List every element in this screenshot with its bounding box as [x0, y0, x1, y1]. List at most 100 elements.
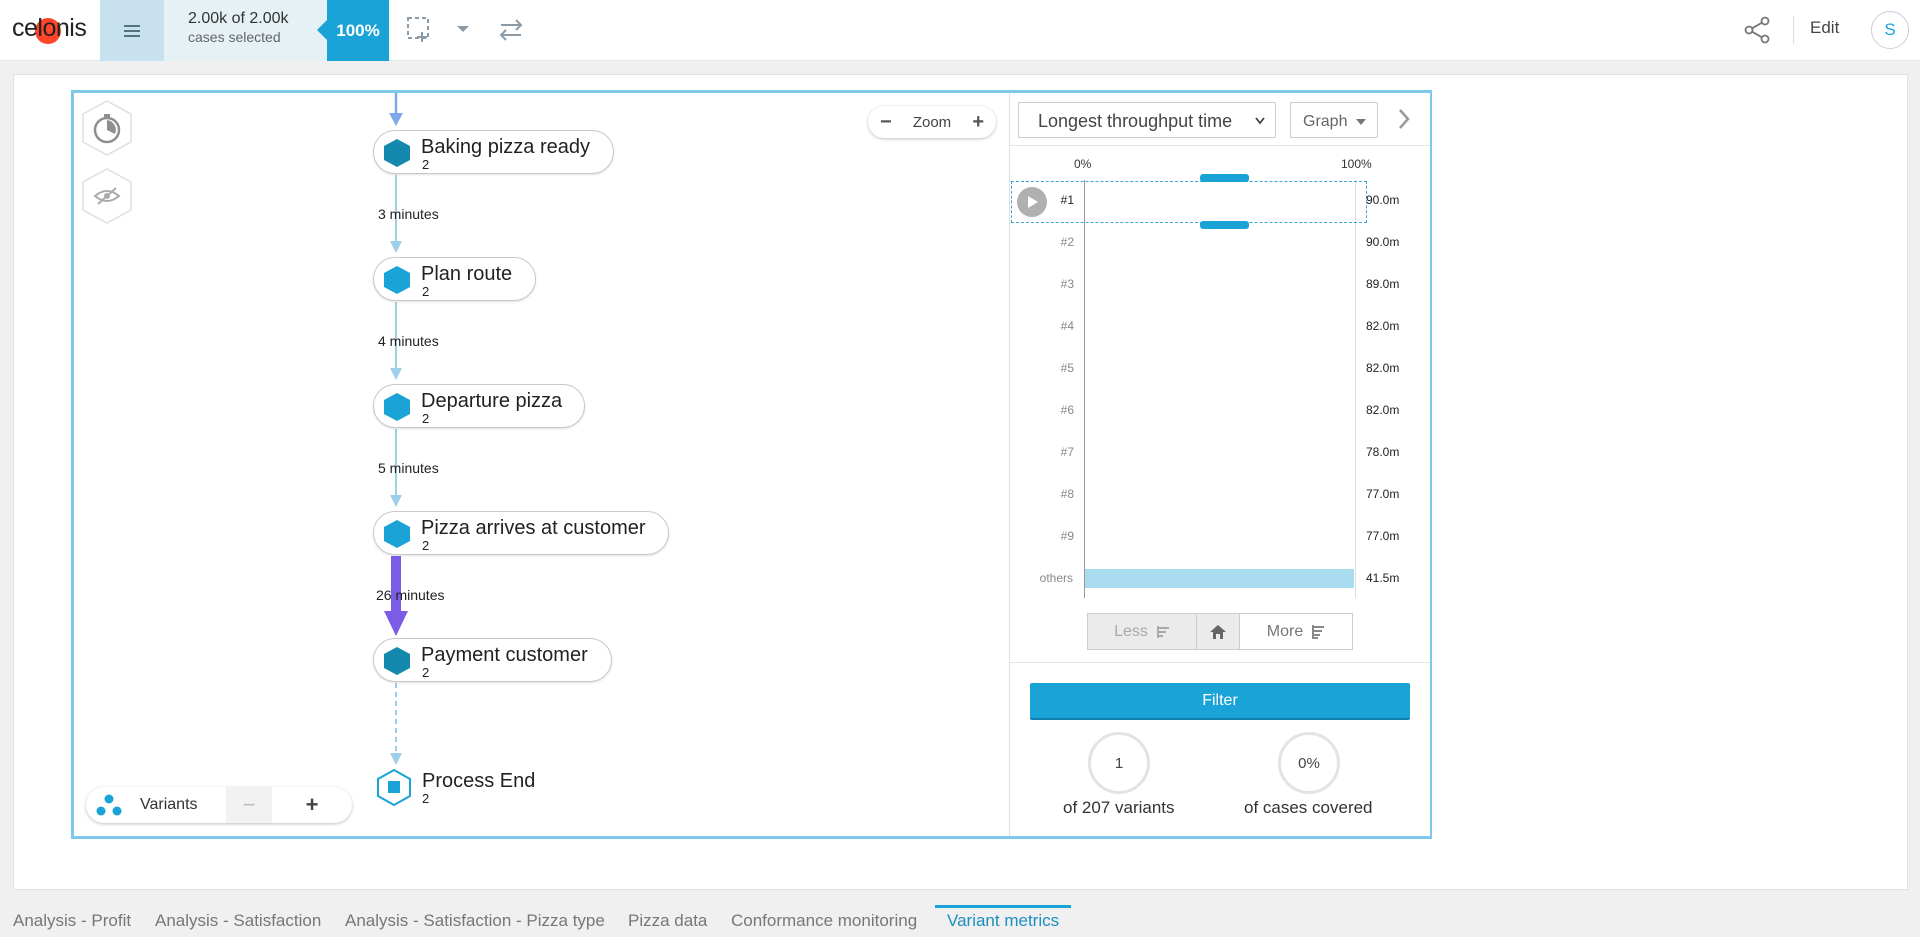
variants-label: Variants — [140, 796, 198, 813]
zoom-in-button[interactable]: + — [972, 111, 984, 134]
sheet-tab[interactable]: Analysis - Satisfaction — [155, 905, 321, 937]
caret-down-icon — [1355, 119, 1366, 125]
activity-hexagon-icon — [384, 647, 410, 675]
variants-control: Variants − + — [86, 787, 352, 823]
celonis-logo[interactable]: celonis — [12, 14, 87, 44]
variants-caption: of 207 variants — [1063, 798, 1175, 817]
zoom-label: Zoom — [912, 113, 952, 131]
activity-count: 2 — [422, 411, 430, 426]
sheet-tab[interactable]: Analysis - Profit — [13, 905, 131, 937]
activity-node-pizza-arrives-at-customer[interactable]: Pizza arrives at customer 2 — [373, 511, 669, 555]
axis-min-label: 0% — [1074, 157, 1092, 171]
more-variants-button[interactable]: + — [294, 789, 330, 821]
variant-rank-label: #9 — [1060, 529, 1074, 543]
swap-arrows-icon[interactable] — [498, 18, 524, 42]
variant-throughput-value: 77.0m — [1366, 529, 1400, 543]
variant-rank-label: #7 — [1060, 445, 1074, 459]
variant-throughput-value: 89.0m — [1366, 277, 1400, 291]
activity-hexagon-icon — [384, 139, 410, 167]
chart-axis-line-right — [1355, 180, 1356, 598]
user-avatar[interactable]: S — [1871, 11, 1909, 49]
variant-throughput-value: 41.5m — [1366, 571, 1400, 585]
sort-dropdown[interactable]: Longest throughput time — [1018, 102, 1276, 138]
variant-rank-label: #5 — [1060, 361, 1074, 375]
process-end-icon — [377, 768, 411, 806]
cases-covered-percentage: 0% — [1278, 732, 1340, 794]
throughput-time-toggle[interactable] — [80, 98, 134, 158]
edge-payment-to-end — [390, 683, 402, 765]
activity-hexagon-icon — [384, 266, 410, 294]
view-mode-dropdown[interactable]: Graph — [1290, 102, 1378, 138]
variant-rank-label: #8 — [1060, 487, 1074, 501]
panel-divider — [1010, 145, 1430, 146]
activity-node-departure-pizza[interactable]: Departure pizza 2 — [373, 384, 585, 428]
activity-label: Departure pizza — [421, 390, 563, 412]
edge-duration-label: 26 minutes — [376, 587, 445, 603]
selection-handle-top[interactable] — [1200, 174, 1249, 182]
panel-divider — [1010, 662, 1430, 663]
edge-into-baking — [389, 93, 403, 126]
chart-axis-line — [1084, 180, 1085, 598]
variant-rank-label: #2 — [1060, 235, 1074, 249]
bars-descending-icon — [1312, 624, 1325, 639]
variant-throughput-value: 90.0m — [1366, 235, 1400, 249]
less-variants-button[interactable]: Less — [1088, 614, 1197, 649]
activity-node-baking-pizza-ready[interactable]: Baking pizza ready 2 — [373, 130, 614, 174]
variant-throughput-value: 90.0m — [1366, 193, 1400, 207]
sheet-tab[interactable]: Conformance monitoring — [731, 905, 917, 937]
selection-tool-icon[interactable] — [406, 16, 434, 44]
activity-label: Pizza arrives at customer — [421, 517, 646, 539]
top-bar: celonis 2.00k of 2.00k cases selected 10… — [0, 0, 1920, 61]
activity-node-plan-route[interactable]: Plan route 2 — [373, 257, 536, 301]
activity-count: 2 — [422, 791, 430, 806]
variant-throughput-value: 82.0m — [1366, 319, 1400, 333]
zoom-out-button[interactable]: − — [880, 111, 892, 134]
less-label: Less — [1114, 622, 1148, 640]
fewer-variants-button[interactable]: − — [226, 787, 272, 823]
edge-duration-label: 4 minutes — [378, 333, 439, 349]
process-end-node[interactable]: Process End 2 — [373, 765, 573, 809]
variant-throughput-value: 78.0m — [1366, 445, 1400, 459]
filter-button[interactable]: Filter — [1030, 683, 1410, 720]
activity-count: 2 — [422, 538, 430, 553]
variants-selected-count: 1 — [1088, 732, 1150, 794]
view-mode-value: Graph — [1303, 113, 1348, 130]
hide-toggle[interactable] — [80, 166, 134, 226]
play-variant-button[interactable] — [1017, 187, 1047, 217]
share-icon[interactable] — [1743, 16, 1771, 44]
variant-rank-label: others — [1039, 571, 1073, 585]
sheet-tab[interactable]: Analysis - Satisfaction - Pizza type — [345, 905, 605, 937]
sheet-tab[interactable]: Variant metrics — [935, 905, 1072, 937]
activity-label: Payment customer — [421, 644, 588, 666]
variants-icon — [96, 794, 122, 816]
variant-rank-label: #1 — [1060, 193, 1074, 207]
cases-count: 2.00k of 2.00k — [188, 10, 289, 27]
hamburger-menu-button[interactable] — [100, 0, 164, 61]
selection-percentage-badge: 100% — [317, 0, 389, 61]
zoom-control: − Zoom + — [868, 106, 996, 138]
activity-label: Process End — [422, 770, 536, 792]
selection-handle-bottom[interactable] — [1200, 221, 1249, 229]
activity-node-payment-customer[interactable]: Payment customer 2 — [373, 638, 612, 682]
play-icon — [1028, 196, 1038, 208]
more-variants-list-button[interactable]: More — [1240, 614, 1352, 649]
chevron-down-icon[interactable] — [456, 24, 470, 34]
activity-count: 2 — [422, 665, 430, 680]
others-coverage-bar[interactable] — [1085, 569, 1354, 588]
variant-rank-label: #4 — [1060, 319, 1074, 333]
edit-button[interactable]: Edit — [1810, 18, 1839, 38]
reset-variants-button[interactable] — [1197, 614, 1240, 649]
cases-subtitle: cases selected — [188, 29, 281, 45]
sheet-tab[interactable]: Pizza data — [628, 905, 707, 937]
case-selection-summary[interactable]: 2.00k of 2.00k cases selected — [164, 0, 327, 61]
variant-throughput-value: 82.0m — [1366, 403, 1400, 417]
chevron-right-icon[interactable] — [1394, 106, 1414, 132]
cases-covered-caption: of cases covered — [1244, 798, 1373, 817]
hamburger-icon — [124, 24, 140, 37]
activity-hexagon-icon — [384, 520, 410, 548]
less-more-control: Less More — [1087, 613, 1353, 650]
chevron-down-icon — [1255, 117, 1265, 125]
variant-throughput-value: 77.0m — [1366, 487, 1400, 501]
header-divider — [1793, 16, 1794, 44]
sheet-tabs: Analysis - Profit Analysis - Satisfaction… — [0, 905, 1920, 937]
